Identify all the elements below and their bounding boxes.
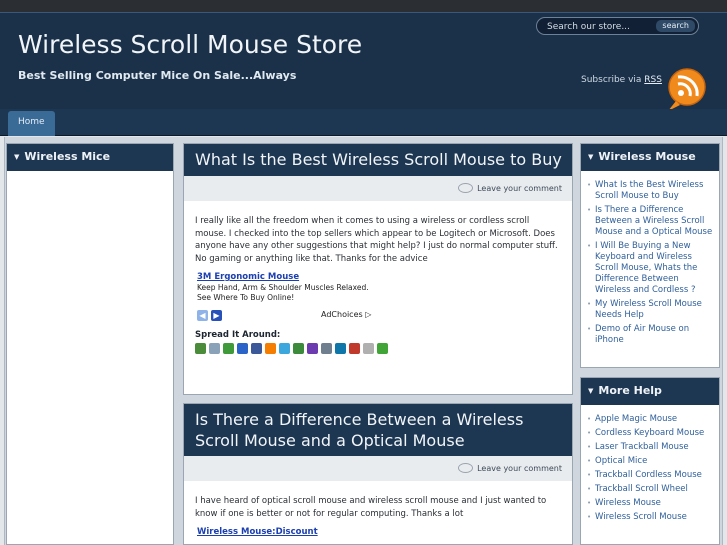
post-2: Is There a Difference Between a Wireless…: [183, 403, 573, 545]
right-widget-wireless-mouse: ▼ Wireless Mouse What Is the Best Wireles…: [580, 143, 720, 368]
sidebar-link[interactable]: Demo of Air Mouse on iPhone: [587, 324, 713, 346]
sidebar-link[interactable]: Trackball Scroll Wheel: [587, 484, 713, 495]
caret-down-icon: ▼: [588, 387, 594, 395]
right-widget-1-list: What Is the Best Wireless Scroll Mouse t…: [581, 171, 719, 346]
right-widget-more-help: ▼ More Help Apple Magic Mouse Cordless Key…: [580, 377, 720, 545]
ad-link[interactable]: 3M Ergonomic Mouse: [197, 272, 559, 283]
site-tagline: Best Selling Computer Mice On Sale...Alw…: [18, 69, 297, 82]
sidebar-link[interactable]: Is There a Difference Between a Wireless…: [587, 205, 713, 238]
right-widget-2-header[interactable]: ▼ More Help: [581, 378, 719, 405]
comment-bubble-icon: [458, 183, 474, 193]
twitter-icon[interactable]: [279, 342, 290, 354]
print-icon[interactable]: [195, 342, 206, 354]
subscribe-label: Subscribe via: [581, 75, 642, 85]
facebook-icon[interactable]: [251, 342, 262, 354]
sidebar-link[interactable]: My Wireless Scroll Mouse Needs Help: [587, 299, 713, 321]
post-1-ad: 3M Ergonomic Mouse Keep Hand, Arm & Shou…: [184, 265, 572, 326]
ad-link[interactable]: Wireless Mouse:Discount: [197, 527, 559, 538]
search-input[interactable]: [547, 20, 657, 33]
post-1-comment-bar: Leave your comment: [184, 176, 572, 201]
search-box: search: [536, 17, 699, 35]
blogger-icon[interactable]: [265, 342, 276, 354]
caret-down-icon: ▼: [588, 153, 594, 161]
ad-controls: ◀ ▶ AdChoices ▷: [197, 308, 559, 326]
reddit-icon[interactable]: [363, 342, 374, 354]
right-widget-2-list: Apple Magic Mouse Cordless Keyboard Mouse…: [581, 405, 719, 523]
right-widget-1-header[interactable]: ▼ Wireless Mouse: [581, 144, 719, 171]
ad-line-2: See Where To Buy Online!: [197, 293, 295, 302]
stumbleupon-icon[interactable]: [223, 342, 234, 354]
google-icon[interactable]: [293, 342, 304, 354]
delicious-icon[interactable]: [237, 342, 248, 354]
top-strip: [0, 0, 727, 12]
yahoo-icon[interactable]: [307, 342, 318, 354]
post-1-title[interactable]: What Is the Best Wireless Scroll Mouse t…: [184, 144, 572, 176]
post-2-ad: Wireless Mouse:Discount: [184, 520, 572, 538]
ad-line-1: Keep Hand, Arm & Shoulder Muscles Relaxe…: [197, 282, 369, 292]
sidebar-link[interactable]: Apple Magic Mouse: [587, 414, 713, 425]
spread-label: Spread It Around:: [195, 329, 281, 340]
rss-link[interactable]: RSS: [644, 75, 662, 85]
rss-feed-icon[interactable]: [664, 65, 706, 113]
sidebar-link[interactable]: Trackball Cordless Mouse: [587, 470, 713, 481]
left-widget-header[interactable]: ▼ Wireless Mice: [7, 144, 173, 171]
sidebar-link[interactable]: Wireless Mouse: [587, 498, 713, 509]
sidebar-link[interactable]: I Will Be Buying a New Keyboard and Wire…: [587, 241, 713, 296]
subscribe-text: Subscribe via RSS: [581, 75, 662, 85]
post-1: What Is the Best Wireless Scroll Mouse t…: [183, 143, 573, 395]
sidebar-link[interactable]: Cordless Keyboard Mouse: [587, 428, 713, 439]
post-2-comment-bar: Leave your comment: [184, 456, 572, 481]
right-widget-1-title: Wireless Mouse: [598, 150, 696, 163]
site-header: Wireless Scroll Mouse Store Best Selling…: [0, 12, 727, 111]
ad-prev-icon[interactable]: ◀: [197, 309, 208, 321]
nav-home-tab[interactable]: Home: [8, 111, 55, 136]
technorati-icon[interactable]: [377, 342, 388, 354]
post-2-title[interactable]: Is There a Difference Between a Wireless…: [184, 404, 572, 456]
caret-down-icon: ▼: [14, 153, 20, 161]
left-sidebar: ▼ Wireless Mice: [6, 143, 174, 545]
sidebar-link[interactable]: What Is the Best Wireless Scroll Mouse t…: [587, 180, 713, 202]
myspace-icon[interactable]: [349, 342, 360, 354]
sidebar-link[interactable]: Wireless Scroll Mouse: [587, 512, 713, 523]
post-1-comment-link[interactable]: Leave your comment: [477, 184, 562, 193]
search-button[interactable]: search: [656, 20, 695, 32]
sidebar-link[interactable]: Optical Mice: [587, 456, 713, 467]
linkedin-icon[interactable]: [335, 342, 346, 354]
ad-next-icon[interactable]: ▶: [211, 309, 222, 321]
post-2-comment-link[interactable]: Leave your comment: [477, 464, 562, 473]
comment-bubble-icon: [458, 463, 474, 473]
main-nav: Home: [0, 109, 727, 136]
sidebar-link[interactable]: Laser Trackball Mouse: [587, 442, 713, 453]
email-icon[interactable]: [321, 342, 332, 354]
share-icons: [184, 340, 572, 354]
site-title[interactable]: Wireless Scroll Mouse Store: [18, 30, 362, 59]
digg-icon[interactable]: [209, 342, 220, 354]
right-widget-2-title: More Help: [598, 384, 662, 397]
post-1-body: I really like all the freedom when it co…: [195, 216, 558, 264]
left-widget-title: Wireless Mice: [24, 150, 111, 163]
adchoices-link[interactable]: AdChoices ▷: [321, 310, 371, 321]
post-2-body: I have heard of optical scroll mouse and…: [195, 496, 547, 519]
